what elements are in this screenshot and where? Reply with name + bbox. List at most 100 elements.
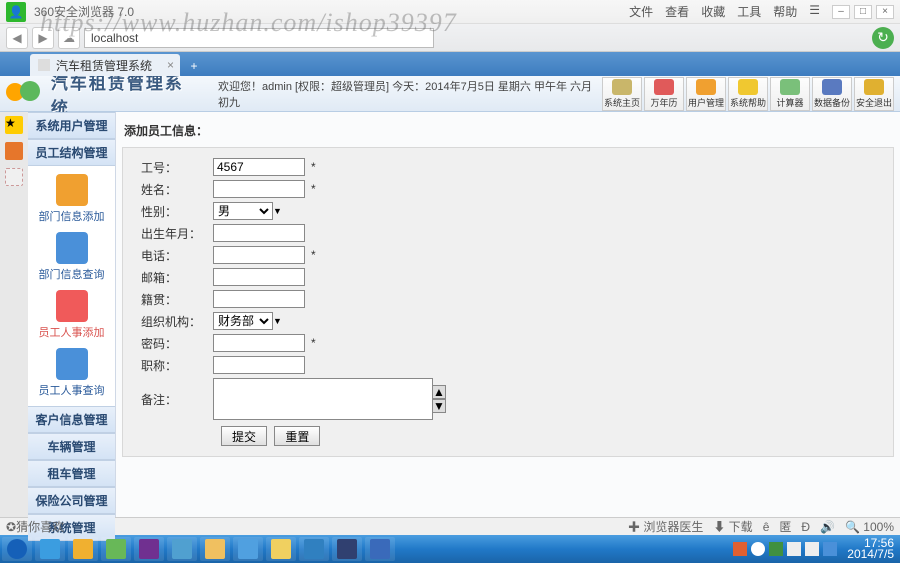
refresh-button[interactable]: ↻ xyxy=(872,27,894,49)
toolbar-calendar[interactable]: 万年历 xyxy=(644,77,684,111)
input-gender[interactable]: 男 xyxy=(213,202,273,220)
taskbar-clock[interactable]: 17:56 2014/7/5 xyxy=(841,538,894,560)
taskbar-media[interactable] xyxy=(134,537,164,561)
page-title: 添加员工信息： xyxy=(122,118,894,143)
status-ni[interactable]: 匿 xyxy=(779,518,791,535)
content-area: 添加员工信息： 工号：*姓名：*性别：男 ▼出生年月：电话：*邮箱：籍贯：组织机… xyxy=(116,112,900,517)
label-email: 邮箱： xyxy=(133,269,213,286)
taskbar-word[interactable] xyxy=(365,537,395,561)
sidebar-group-bot-0[interactable]: 客户信息管理 xyxy=(28,406,115,433)
sidebar-group-top-1[interactable]: 员工结构管理 xyxy=(28,139,115,166)
browser-titlebar: 👤 360安全浏览器 7.0 文件 查看 收藏 工具 帮助 ☰ – □ × xyxy=(0,0,900,24)
label-origin: 籍贯： xyxy=(133,291,213,308)
input-empno[interactable] xyxy=(213,158,305,176)
menu-fav[interactable]: 收藏 xyxy=(701,3,725,20)
label-title: 职称： xyxy=(133,357,213,374)
menu-tools[interactable]: 工具 xyxy=(737,3,761,20)
input-org[interactable]: 财务部 xyxy=(213,312,273,330)
maximize-button[interactable]: □ xyxy=(854,5,872,19)
status-left[interactable]: 猜你喜欢 xyxy=(16,518,64,535)
menu-help[interactable]: 帮助 xyxy=(773,3,797,20)
taskbar-chrome[interactable] xyxy=(101,537,131,561)
input-name[interactable] xyxy=(213,180,305,198)
taskbar-ie[interactable] xyxy=(35,537,65,561)
label-password: 密码： xyxy=(133,335,213,352)
toolbar-home[interactable]: 系统主页 xyxy=(602,77,642,111)
strip-dots-icon[interactable] xyxy=(5,168,23,186)
label-phone: 电话： xyxy=(133,247,213,264)
sidebar-group-bot-3[interactable]: 保险公司管理 xyxy=(28,487,115,514)
toolbar-exit[interactable]: 安全退出 xyxy=(854,77,894,111)
close-button[interactable]: × xyxy=(876,5,894,19)
app-title: 汽车租赁管理系统 xyxy=(51,69,198,119)
input-email[interactable] xyxy=(213,268,305,286)
strip-star-icon[interactable]: ★ xyxy=(5,116,23,134)
input-title[interactable] xyxy=(213,356,305,374)
status-d[interactable]: Ð xyxy=(801,520,810,534)
tray-flag-icon[interactable] xyxy=(787,542,801,556)
toolbar-backup[interactable]: 数据备份 xyxy=(812,77,852,111)
minimize-button[interactable]: – xyxy=(832,5,850,19)
strip-weibo-icon[interactable] xyxy=(5,142,23,160)
tab-close-icon[interactable]: × xyxy=(167,58,174,72)
taskbar-start[interactable] xyxy=(2,537,32,561)
label-org: 组织机构： xyxy=(133,313,213,330)
sidebar-nav: 部门信息添加部门信息查询员工人事添加员工人事查询 xyxy=(28,166,115,406)
toolbar-calc[interactable]: 计算器 xyxy=(770,77,810,111)
cloud-icon[interactable]: ☁ xyxy=(58,27,80,49)
status-doctor[interactable]: ✚ 浏览器医生 xyxy=(628,518,703,535)
status-speaker-icon[interactable]: 🔊 xyxy=(820,520,835,534)
tray-net-icon[interactable] xyxy=(751,542,765,556)
reset-button[interactable]: 重置 xyxy=(274,426,320,446)
tray-shield-icon[interactable] xyxy=(769,542,783,556)
input-password[interactable] xyxy=(213,334,305,352)
left-strip: ★ xyxy=(0,112,28,517)
toolbar-help[interactable]: 系统帮助 xyxy=(728,77,768,111)
welcome-text: 欢迎您！admin [权限：超级管理员] 今天：2014年7月5日 星期六 甲午… xyxy=(218,78,602,110)
label-empno: 工号： xyxy=(133,159,213,176)
form-buttons: 提交 重置 xyxy=(133,426,883,446)
taskbar-safari[interactable] xyxy=(167,537,197,561)
label-birth: 出生年月： xyxy=(133,225,213,242)
tray-vol-icon[interactable] xyxy=(805,542,819,556)
taskbar-folder[interactable] xyxy=(200,537,230,561)
req-password: * xyxy=(311,336,316,350)
forward-button[interactable]: ▶ xyxy=(32,27,54,49)
menu-file[interactable]: 文件 xyxy=(629,3,653,20)
tab-active[interactable]: 汽车租赁管理系统 × xyxy=(30,54,180,76)
menu-more-icon[interactable]: ☰ xyxy=(809,3,820,20)
logo-icon xyxy=(6,79,41,109)
taskbar-qq[interactable] xyxy=(233,537,263,561)
taskbar-s[interactable] xyxy=(332,537,362,561)
row-gender: 性别：男 ▼ xyxy=(133,202,883,220)
sidebar-group-bot-1[interactable]: 车辆管理 xyxy=(28,433,115,460)
taskbar-browser[interactable] xyxy=(68,537,98,561)
input-birth[interactable] xyxy=(213,224,305,242)
url-input[interactable]: localhost xyxy=(84,28,434,48)
row-password: 密码： * xyxy=(133,334,883,352)
taskbar-globe[interactable] xyxy=(299,537,329,561)
back-button[interactable]: ◀ xyxy=(6,27,28,49)
toolbar-users[interactable]: 用户管理 xyxy=(686,77,726,111)
user-avatar-icon[interactable]: 👤 xyxy=(6,2,26,22)
input-remark[interactable] xyxy=(213,378,433,420)
menu-view[interactable]: 查看 xyxy=(665,3,689,20)
input-phone[interactable] xyxy=(213,246,305,264)
submit-button[interactable]: 提交 xyxy=(221,426,267,446)
browser-tabbar: 汽车租赁管理系统 × + xyxy=(0,52,900,76)
sidebar-item-emp-add[interactable]: 员工人事添加 xyxy=(37,288,107,342)
sidebar-group-bot-2[interactable]: 租车管理 xyxy=(28,460,115,487)
tray-misc-icon[interactable] xyxy=(823,542,837,556)
sidebar-group-top-0[interactable]: 系统用户管理 xyxy=(28,112,115,139)
taskbar-find[interactable] xyxy=(266,537,296,561)
status-download[interactable]: ⬇ 下载 xyxy=(713,518,752,535)
status-zoom[interactable]: 🔍 100% xyxy=(845,520,894,534)
sidebar-item-dept-query[interactable]: 部门信息查询 xyxy=(37,230,107,284)
status-e[interactable]: ê xyxy=(763,520,770,534)
window-buttons: – □ × xyxy=(832,5,894,19)
sidebar-item-dept-add[interactable]: 部门信息添加 xyxy=(37,172,107,226)
input-origin[interactable] xyxy=(213,290,305,308)
sidebar-item-emp-query[interactable]: 员工人事查询 xyxy=(37,346,107,400)
browser-addrbar: ◀ ▶ ☁ localhost ↻ xyxy=(0,24,900,52)
tray-ime-icon[interactable] xyxy=(733,542,747,556)
